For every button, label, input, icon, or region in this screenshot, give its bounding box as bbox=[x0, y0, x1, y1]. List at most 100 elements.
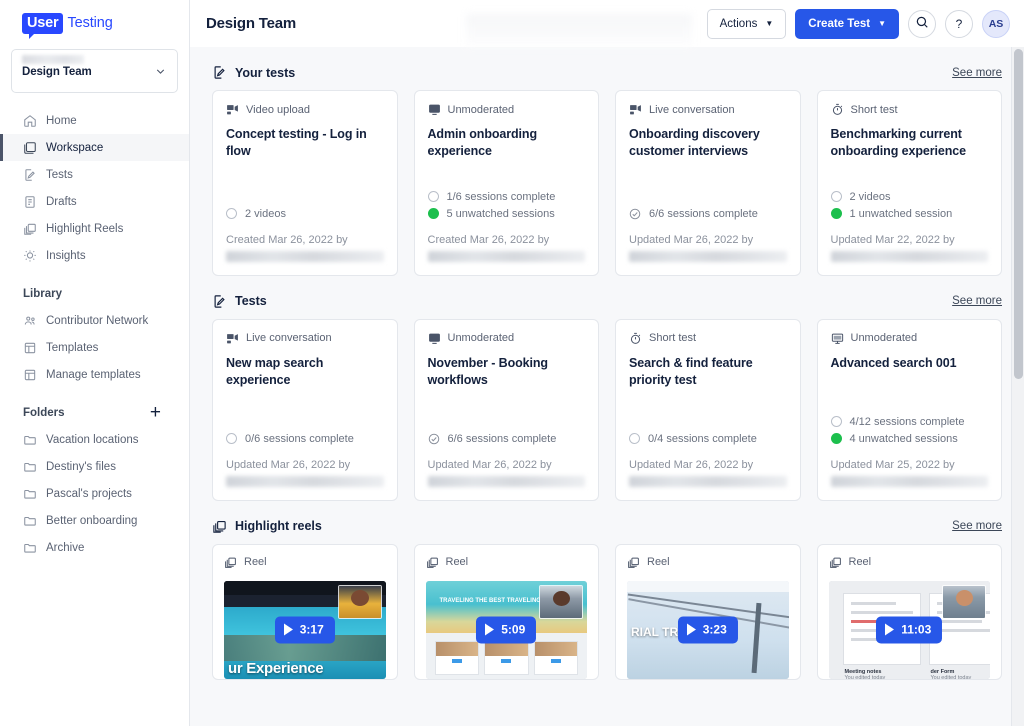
card-type: Unmoderated bbox=[428, 332, 586, 345]
search-icon bbox=[915, 15, 929, 32]
card-spacer bbox=[629, 160, 787, 203]
sidebar-folder-destinys-files[interactable]: Destiny's files bbox=[0, 453, 189, 480]
insights-icon bbox=[23, 249, 37, 263]
test-card[interactable]: Unmoderated Advanced search 001 4/12 ses… bbox=[816, 318, 1002, 501]
reel-card[interactable]: Reel Meeting notes You edited today der … bbox=[816, 543, 1002, 680]
card-type-label: Live conversation bbox=[649, 103, 735, 116]
card-stat: 6/6 sessions complete bbox=[428, 433, 586, 445]
play-button[interactable]: 3:17 bbox=[274, 616, 335, 644]
card-spacer bbox=[428, 160, 586, 186]
reel-thumbnail[interactable]: ur Experience 3:17 bbox=[224, 580, 386, 679]
card-type: Reel bbox=[426, 556, 588, 569]
sidebar-folder-vacation-locations[interactable]: Vacation locations bbox=[0, 426, 189, 453]
sidebar-item-workspace[interactable]: Workspace bbox=[0, 134, 189, 161]
sidebar-item-tests[interactable]: Tests bbox=[0, 161, 189, 188]
library-nav: Contributor Network Templates Manage tem… bbox=[0, 307, 189, 388]
reel-thumbnail[interactable]: Meeting notes You edited today der Form … bbox=[828, 580, 990, 679]
unmoderated-icon bbox=[428, 332, 441, 345]
reel-card[interactable]: Reel TRAVELING THE BEST TRAVELING W 5:09 bbox=[413, 543, 599, 680]
search-button[interactable] bbox=[908, 9, 936, 38]
test-card[interactable]: Unmoderated Admin onboarding experience … bbox=[413, 90, 599, 276]
card-spacer bbox=[831, 372, 989, 411]
status-unwatched-icon bbox=[830, 433, 842, 445]
card-type-label: Short test bbox=[850, 103, 898, 116]
status-complete-icon bbox=[629, 208, 641, 220]
reel-card[interactable]: Reel RIAL TRAM 3:23 bbox=[615, 543, 801, 680]
card-type: Reel bbox=[627, 556, 789, 569]
card-stat-label: 2 videos bbox=[245, 207, 286, 220]
card-type-label: Live conversation bbox=[246, 332, 332, 345]
reels-icon bbox=[23, 222, 37, 236]
create-test-button-label: Create Test bbox=[808, 17, 871, 30]
author-redacted bbox=[629, 475, 787, 487]
section-title-tests: Tests bbox=[212, 294, 267, 309]
sidebar-item-templates[interactable]: Templates bbox=[0, 334, 189, 361]
template-icon bbox=[23, 368, 37, 382]
status-unwatched-icon bbox=[427, 208, 439, 220]
card-type-label: Reel bbox=[647, 556, 670, 569]
sidebar-item-insights[interactable]: Insights bbox=[0, 242, 189, 269]
section-title-label: Your tests bbox=[235, 65, 296, 80]
avatar[interactable]: AS bbox=[982, 9, 1010, 38]
sidebar-item-drafts[interactable]: Drafts bbox=[0, 188, 189, 215]
section-title-label: Highlight reels bbox=[235, 519, 322, 534]
reel-card[interactable]: Reel ur Experience 3:17 bbox=[212, 543, 398, 680]
card-title: New map search experience bbox=[226, 355, 324, 387]
play-button[interactable]: 11:03 bbox=[876, 616, 943, 644]
play-button[interactable]: 3:23 bbox=[677, 616, 738, 644]
card-footer: Updated Mar 26, 2022 by bbox=[427, 458, 552, 471]
see-more-highlight-reels[interactable]: See more bbox=[952, 520, 1002, 532]
reels-icon bbox=[426, 556, 439, 569]
sidebar-item-home[interactable]: Home bbox=[0, 107, 189, 134]
see-more-tests[interactable]: See more bbox=[952, 295, 1002, 307]
reel-thumbnail[interactable]: TRAVELING THE BEST TRAVELING W 5:09 bbox=[425, 580, 587, 679]
stopwatch-icon bbox=[831, 103, 844, 116]
sidebar-item-highlight-reels[interactable]: Highlight Reels bbox=[0, 215, 189, 242]
status-ring-icon bbox=[830, 191, 842, 203]
chevron-down-icon: ▼ bbox=[765, 18, 774, 28]
card-stat: 6/6 sessions complete bbox=[629, 208, 787, 220]
org-switcher[interactable]: Design Team bbox=[11, 49, 178, 93]
card-stat-label: 5 unwatched sessions bbox=[446, 207, 555, 220]
folders-heading-label: Folders bbox=[23, 407, 65, 419]
test-card[interactable]: Unmoderated November - Booking workflows… bbox=[413, 318, 599, 501]
folder-icon bbox=[23, 460, 37, 474]
see-more-your-tests[interactable]: See more bbox=[952, 67, 1002, 79]
test-card[interactable]: Short test Benchmarking current onboardi… bbox=[816, 90, 1002, 276]
logo[interactable]: User Testing bbox=[0, 0, 189, 40]
create-test-button[interactable]: Create Test ▼ bbox=[795, 8, 899, 39]
add-folder-button[interactable]: + bbox=[150, 403, 161, 422]
vertical-scrollbar[interactable] bbox=[1011, 47, 1024, 726]
thumbnail-caption-2: der Form You edited today bbox=[930, 668, 972, 679]
topbar: Design Team Actions ▼ Create Test ▼ ? AS bbox=[190, 0, 1024, 47]
sidebar-item-contributor-network[interactable]: Contributor Network bbox=[0, 307, 189, 334]
test-card[interactable]: Live conversation New map search experie… bbox=[212, 318, 398, 501]
sidebar-item-label: Insights bbox=[46, 249, 86, 262]
card-type: Reel bbox=[829, 556, 991, 569]
sidebar-folder-archive[interactable]: Archive bbox=[0, 534, 189, 561]
card-title: Search & find feature priority test bbox=[629, 355, 753, 387]
scrollbar-thumb[interactable] bbox=[1014, 49, 1023, 379]
actions-button[interactable]: Actions ▼ bbox=[706, 8, 787, 39]
template-icon bbox=[23, 341, 37, 355]
test-card[interactable]: Live conversation Onboarding discovery c… bbox=[615, 90, 801, 276]
author-redacted bbox=[226, 475, 384, 487]
card-type: Reel bbox=[224, 556, 386, 569]
reel-duration: 5:09 bbox=[501, 622, 526, 637]
help-button[interactable]: ? bbox=[945, 9, 973, 38]
card-stat: 0/4 sessions complete bbox=[629, 433, 787, 445]
sidebar-folder-better-onboarding[interactable]: Better onboarding bbox=[0, 507, 189, 534]
reel-thumbnail[interactable]: RIAL TRAM 3:23 bbox=[627, 580, 789, 679]
card-type: Short test bbox=[831, 103, 989, 116]
play-button[interactable]: 5:09 bbox=[476, 616, 537, 644]
sidebar-item-label: Tests bbox=[46, 168, 73, 181]
card-stat-label: 6/6 sessions complete bbox=[447, 432, 557, 445]
sidebar-folder-pascals-projects[interactable]: Pascal's projects bbox=[0, 480, 189, 507]
page-title: Design Team bbox=[206, 15, 297, 32]
card-stat: 0/6 sessions complete bbox=[226, 433, 384, 445]
sidebar-item-manage-templates[interactable]: Manage templates bbox=[0, 361, 189, 388]
card-type: Video upload bbox=[226, 103, 384, 116]
test-card[interactable]: Video upload Concept testing - Log in fl… bbox=[212, 90, 398, 276]
chevron-down-icon bbox=[154, 65, 167, 83]
test-card[interactable]: Short test Search & find feature priorit… bbox=[615, 318, 801, 501]
